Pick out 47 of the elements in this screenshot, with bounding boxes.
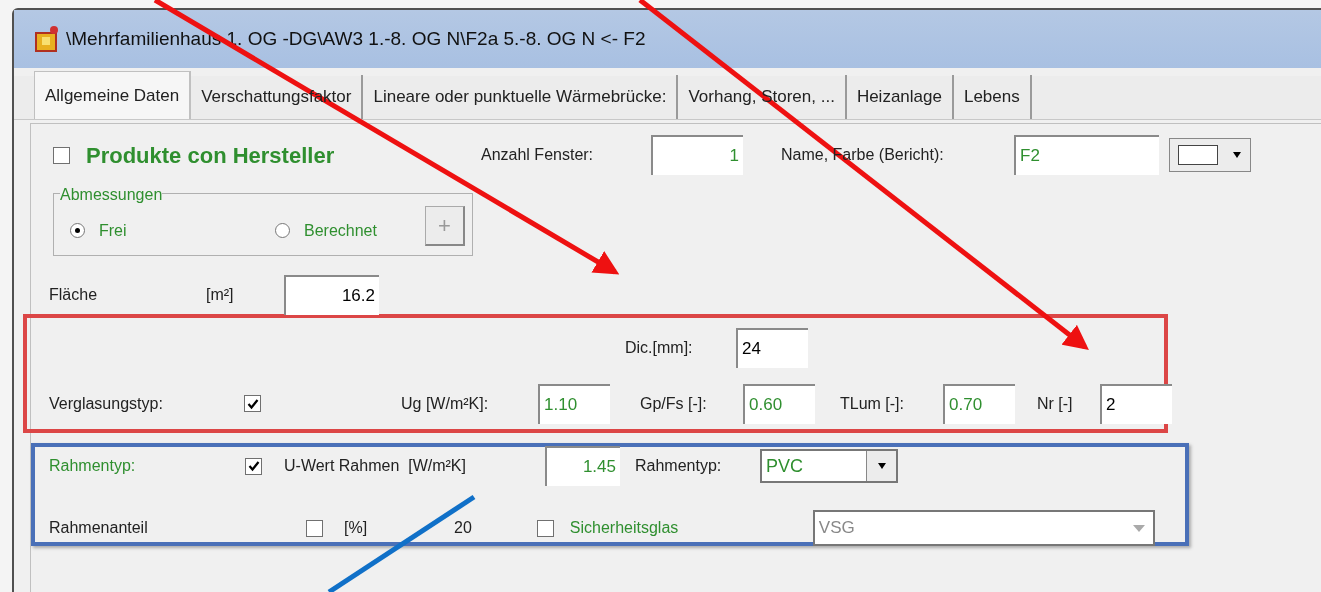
checkbox-label: Produkte con Hersteller [86, 141, 336, 170]
input-field[interactable]: 1.10 [538, 383, 610, 424]
input-field[interactable]: F2 [1014, 135, 1159, 175]
input-field[interactable]: 1 [651, 135, 743, 175]
radio-label: Berechnet [304, 220, 377, 241]
checkbox[interactable] [244, 395, 261, 412]
checkbox[interactable] [245, 457, 262, 475]
field-label: U-Wert Rahmen [W/m²K] [284, 456, 467, 476]
field-label: Verglasungstyp: [49, 393, 164, 414]
field-label: Rahmentyp: [635, 456, 723, 476]
dropdown[interactable]: PVC [760, 449, 898, 483]
color-swatch [1178, 145, 1218, 165]
input-field[interactable]: 24 [736, 328, 808, 368]
dropdown-value: VSG [817, 517, 856, 540]
field-value: 20 [454, 518, 472, 538]
field-label: Rahmentyp: [49, 456, 137, 476]
field-label: Rahmenanteil [49, 518, 149, 538]
input-field[interactable]: 0.70 [943, 383, 1015, 424]
tab[interactable]: Lineare oder punktuelle Wärmebrücke: [363, 75, 679, 119]
tab[interactable]: Allgemeine Daten [34, 71, 192, 119]
color-picker-button[interactable] [1169, 138, 1251, 172]
input-field[interactable]: 0.60 [743, 383, 815, 424]
input-field[interactable]: 2 [1100, 383, 1172, 424]
app-icon [34, 25, 60, 53]
field-label: [m²] [206, 285, 235, 305]
input-field[interactable]: 16.2 [284, 275, 379, 315]
field-label: Sicherheitsglas [569, 518, 680, 538]
radio-label: Frei [99, 220, 127, 241]
field-label: TLum [-]: [840, 393, 905, 414]
field-label: Fläche [49, 285, 99, 305]
checkbox[interactable] [306, 519, 323, 537]
field-label: [%] [344, 518, 369, 538]
radio-button[interactable] [275, 223, 290, 238]
field-label: Gp/Fs [-]: [640, 393, 708, 414]
tab[interactable]: Lebens [953, 75, 1032, 119]
checkbox[interactable] [53, 146, 70, 164]
dropdown-caret-icon [1132, 524, 1145, 532]
dropdown-value: PVC [765, 454, 804, 478]
field-label: Ug [W/m²K]: [401, 393, 490, 414]
radio-button[interactable] [70, 223, 85, 238]
input-field[interactable]: 1.45 [545, 446, 620, 486]
field-label: Dic.[mm]: [625, 338, 694, 358]
field-label: Anzahl Fenster: [481, 145, 595, 165]
dropdown-caret-icon [1232, 152, 1242, 158]
tab[interactable]: Heizanlage [846, 75, 954, 119]
dropdown-caret-icon [876, 463, 887, 469]
field-label: Nr [-] [1037, 393, 1074, 414]
